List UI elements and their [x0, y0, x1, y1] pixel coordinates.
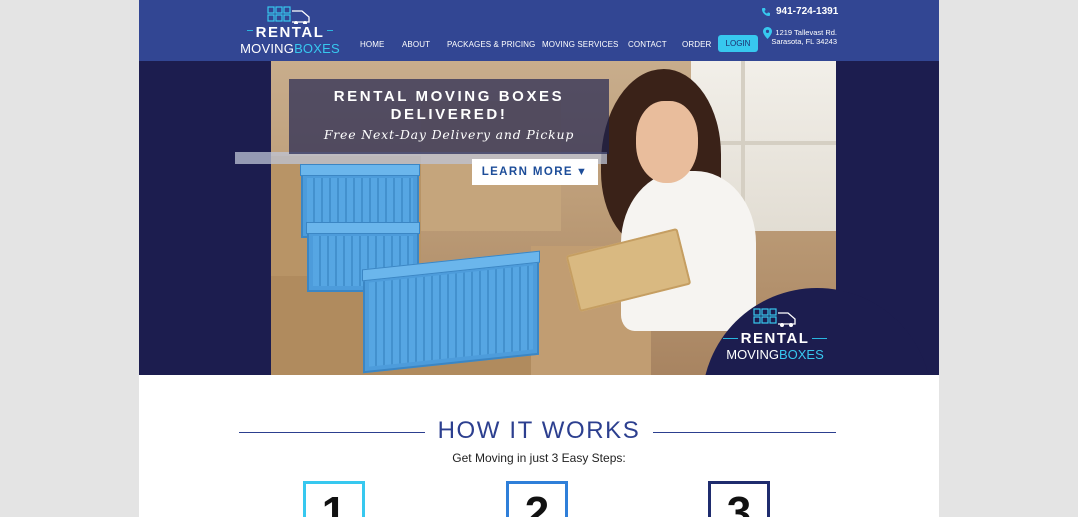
nav-moving-services[interactable]: MOVING SERVICES: [542, 40, 618, 49]
badge-logo: RENTAL MOVINGBOXES: [719, 306, 831, 362]
step-3-box: 3: [708, 481, 770, 517]
crate-ribs: [369, 265, 533, 367]
site-header: RENTAL MOVINGBOXES 941-724-1391 1219 Tal…: [139, 0, 939, 61]
learn-more-button[interactable]: LEARN MORE ▼: [472, 159, 598, 185]
crate-lid: [306, 222, 420, 234]
nav-home[interactable]: HOME: [360, 40, 384, 49]
badge-moving-text: MOVING: [726, 347, 779, 362]
site-logo[interactable]: RENTAL MOVINGBOXES: [235, 5, 345, 57]
badge-boxes-text: BOXES: [778, 347, 824, 362]
hero-headline-line1: RENTAL MOVING BOXES: [333, 88, 565, 105]
nav-about[interactable]: ABOUT: [402, 40, 430, 49]
logo-rental-text: RENTAL: [252, 24, 328, 41]
triangle-down-icon: ▼: [576, 166, 589, 178]
address-line1: 1219 Tallevast Rd.: [775, 28, 837, 37]
how-it-works-subtitle: Get Moving in just 3 Easy Steps:: [452, 451, 626, 465]
badge-moving-boxes-text: MOVINGBOXES: [719, 347, 831, 362]
logo-boxes-text: BOXES: [294, 41, 340, 56]
blue-crate-open: [362, 250, 540, 374]
hero-banner: RENTAL MOVING BOXES DELIVERED! Free Next…: [139, 61, 939, 375]
crate-lid: [300, 164, 420, 176]
step-number: 3: [726, 488, 752, 517]
learn-more-label: LEARN MORE: [481, 166, 573, 178]
truck-icon: [267, 6, 310, 25]
nav-order[interactable]: ORDER: [682, 40, 711, 49]
nav-contact[interactable]: CONTACT: [628, 40, 667, 49]
hero-subhead: Free Next-Day Delivery and Pickup: [323, 127, 575, 142]
address-line2: Sarasota, FL 34243: [771, 37, 837, 46]
nav-packages-pricing[interactable]: PACKAGES & PRICING: [447, 40, 535, 49]
badge-rental-text: RENTAL: [737, 330, 813, 347]
step-number: 2: [524, 488, 550, 517]
hero-headline: RENTAL MOVING BOXES DELIVERED!: [289, 88, 609, 124]
page: RENTAL MOVINGBOXES 941-724-1391 1219 Tal…: [139, 0, 939, 517]
phone-text: 941-724-1391: [776, 6, 839, 17]
hero-headline-line2: DELIVERED!: [390, 106, 508, 123]
step-number: 1: [321, 488, 347, 517]
login-button[interactable]: LOGIN: [718, 35, 758, 52]
how-it-works-title: HOW IT WORKS: [437, 417, 641, 444]
logo-moving-text: MOVING: [240, 41, 295, 56]
step-2-box: 2: [506, 481, 568, 517]
logo-moving-boxes-text: MOVINGBOXES: [235, 41, 345, 56]
step-1-box: 1: [303, 481, 365, 517]
truck-icon: [753, 308, 796, 327]
woman-face: [636, 101, 698, 183]
phone-number[interactable]: 941-724-1391: [761, 6, 838, 17]
address: 1219 Tallevast Rd. Sarasota, FL 34243: [763, 28, 837, 46]
phone-icon: [762, 7, 770, 16]
